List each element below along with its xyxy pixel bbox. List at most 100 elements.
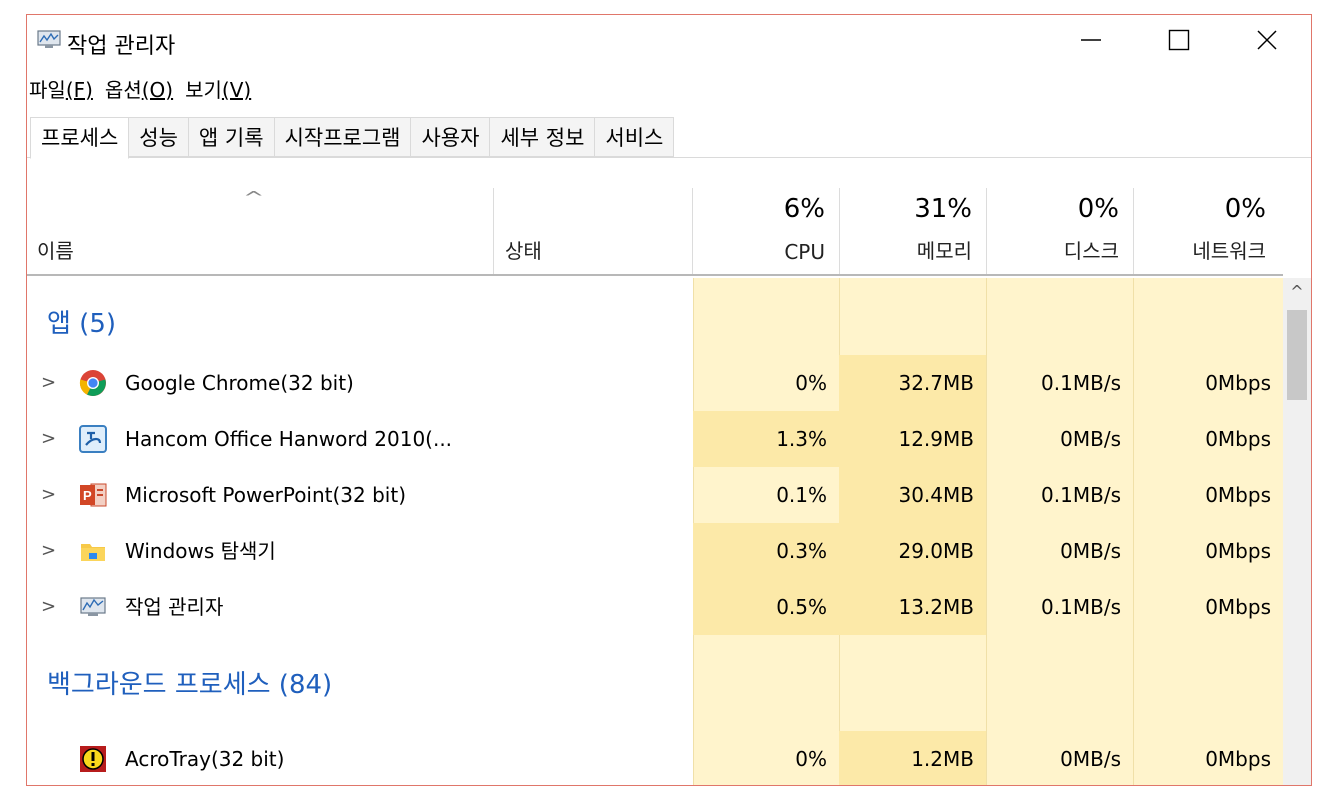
process-name: Hancom Office Hanword 2010(... (125, 427, 453, 451)
tab-processes[interactable]: 프로세스 (30, 117, 130, 159)
maximize-button[interactable] (1139, 15, 1219, 65)
group-header-background[interactable]: 백그라운드 프로세스 (84) (27, 657, 1283, 713)
acrotray-icon (80, 746, 106, 772)
svg-text:P: P (83, 488, 92, 503)
memory-value: 32.7MB (898, 371, 974, 395)
table-row[interactable]: > Google Chrome(32 bit) 0% 32.7MB 0.1MB/… (27, 355, 1283, 411)
task-manager-icon (37, 30, 61, 48)
cpu-total-percent: 6% (783, 194, 825, 224)
cpu-value: 0% (795, 371, 827, 395)
tab-app-history[interactable]: 앱 기록 (187, 117, 275, 157)
table-row[interactable]: > P Microsoft PowerPoint(32 bit) 0.1% 30… (27, 467, 1283, 523)
menu-view[interactable]: 보기(V) (183, 75, 259, 105)
disk-value: 0.1MB/s (1041, 595, 1121, 619)
column-cpu[interactable]: 6% CPU (693, 188, 839, 274)
menu-file-accel: (F) (65, 78, 93, 102)
column-memory-label: 메모리 (916, 239, 972, 263)
disk-total-percent: 0% (1077, 194, 1119, 224)
column-disk[interactable]: 0% 디스크 (987, 188, 1133, 274)
cpu-value: 1.3% (776, 427, 827, 451)
column-cpu-label: CPU (784, 240, 825, 264)
network-value: 0Mbps (1205, 539, 1271, 563)
group-header-apps[interactable]: 앱 (5) (27, 296, 1283, 352)
group-label-background: 백그라운드 프로세스 (84) (47, 670, 333, 700)
expand-chevron-icon[interactable]: > (41, 411, 56, 467)
column-network-label: 네트워크 (1192, 239, 1266, 263)
network-value: 0Mbps (1205, 747, 1271, 771)
cpu-value: 0.5% (776, 595, 827, 619)
process-name: Google Chrome(32 bit) (125, 371, 354, 395)
tab-services[interactable]: 서비스 (594, 117, 675, 157)
close-button[interactable] (1227, 15, 1307, 65)
process-name: Windows 탐색기 (125, 539, 276, 563)
column-name-label: 이름 (37, 239, 74, 263)
table-row[interactable]: > 작업 관리자 0.5% 13.2MB 0.1MB/s 0Mbps (27, 579, 1283, 635)
network-value: 0Mbps (1205, 595, 1271, 619)
column-header: ^ 이름 상태 6% CPU 31% 메모리 0% 디스크 0% 네트워크 (27, 158, 1283, 276)
group-label-apps: 앱 (5) (47, 309, 117, 339)
menu-view-accel: (V) (221, 78, 252, 102)
disk-value: 0MB/s (1060, 747, 1121, 771)
column-name[interactable]: 이름 (27, 188, 493, 274)
vertical-scrollbar[interactable]: ^ (1283, 278, 1311, 785)
column-status[interactable]: 상태 (494, 188, 692, 274)
task-manager-icon (80, 597, 106, 616)
memory-value: 29.0MB (898, 539, 974, 563)
column-network[interactable]: 0% 네트워크 (1134, 188, 1280, 274)
cpu-value: 0% (795, 747, 827, 771)
menu-file[interactable]: 파일(F) (27, 75, 101, 105)
tab-performance[interactable]: 성능 (128, 117, 189, 157)
cpu-value: 0.1% (776, 483, 827, 507)
table-row[interactable]: AcroTray(32 bit) 0% 1.2MB 0MB/s 0Mbps (27, 731, 1283, 785)
task-manager-window: 작업 관리자 파일(F) 옵션(O) 보기(V) 프로세스 성능 앱 기록 시작… (26, 14, 1312, 786)
tab-startup[interactable]: 시작프로그램 (273, 117, 412, 157)
menu-options[interactable]: 옵션(O) (103, 75, 181, 105)
tab-users[interactable]: 사용자 (410, 117, 491, 157)
process-name: 작업 관리자 (125, 595, 224, 619)
disk-value: 0.1MB/s (1041, 483, 1121, 507)
tab-details[interactable]: 세부 정보 (489, 117, 596, 157)
tab-bar: 프로세스 성능 앱 기록 시작프로그램 사용자 세부 정보 서비스 (30, 117, 675, 159)
hanword-icon (79, 425, 107, 453)
minimize-button[interactable] (1051, 15, 1131, 65)
process-list: 앱 (5) > Google Chrome(32 bit) 0% 32.7MB … (27, 278, 1283, 785)
close-icon (1257, 30, 1277, 50)
title-bar[interactable]: 작업 관리자 (27, 15, 1311, 65)
menu-bar: 파일(F) 옵션(O) 보기(V) (27, 75, 261, 105)
table-row[interactable]: > Windows 탐색기 0.3% 29.0MB 0MB/s 0Mbps (27, 523, 1283, 579)
disk-value: 0MB/s (1060, 539, 1121, 563)
expand-chevron-icon[interactable]: > (41, 355, 56, 411)
explorer-icon (81, 544, 105, 561)
process-name: Microsoft PowerPoint(32 bit) (125, 483, 407, 507)
network-value: 0Mbps (1205, 371, 1271, 395)
column-memory[interactable]: 31% 메모리 (840, 188, 986, 274)
window-title: 작업 관리자 (67, 34, 176, 59)
menu-options-label: 옵션 (104, 78, 142, 102)
process-name: AcroTray(32 bit) (125, 747, 285, 771)
network-value: 0Mbps (1205, 427, 1271, 451)
network-total-percent: 0% (1224, 194, 1266, 224)
maximize-icon (1168, 29, 1190, 51)
memory-value: 13.2MB (898, 595, 974, 619)
menu-view-label: 보기 (185, 78, 222, 102)
scroll-thumb[interactable] (1287, 310, 1307, 400)
memory-value: 30.4MB (898, 483, 974, 507)
expand-chevron-icon[interactable]: > (41, 579, 56, 635)
minimize-icon (1081, 39, 1101, 41)
network-value: 0Mbps (1205, 483, 1271, 507)
expand-chevron-icon[interactable]: > (41, 523, 56, 579)
powerpoint-icon: P (80, 483, 107, 507)
memory-value: 1.2MB (911, 747, 974, 771)
column-status-label: 상태 (505, 239, 542, 263)
cpu-value: 0.3% (776, 539, 827, 563)
menu-options-accel: (O) (141, 78, 174, 102)
expand-chevron-icon[interactable]: > (41, 467, 56, 523)
table-row[interactable]: > Hancom Office Hanword 2010(... 1.3% 12… (27, 411, 1283, 467)
column-disk-label: 디스크 (1063, 239, 1119, 263)
disk-value: 0.1MB/s (1041, 371, 1121, 395)
scroll-up-icon[interactable]: ^ (1283, 278, 1311, 306)
disk-value: 0MB/s (1060, 427, 1121, 451)
memory-total-percent: 31% (914, 194, 972, 224)
memory-value: 12.9MB (898, 427, 974, 451)
chrome-icon (79, 370, 106, 396)
